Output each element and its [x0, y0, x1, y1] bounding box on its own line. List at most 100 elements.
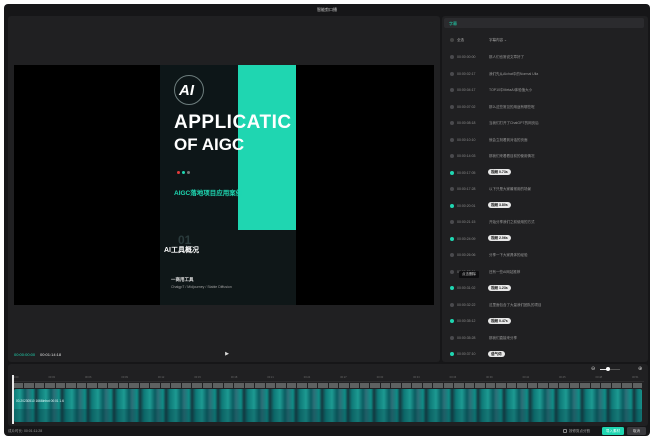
- video-stage[interactable]: AI APPLICATIC OF AIGC AIGC落地项目应用案例 01 AI…: [14, 65, 434, 305]
- caption-segment[interactable]: [223, 383, 234, 388]
- timeline-ruler[interactable]: 00:00 00:03 00:06 00:09 00:12 00:15 00:18 00:21…: [12, 376, 644, 382]
- caption-segment[interactable]: [276, 383, 286, 388]
- caption-segment[interactable]: [244, 383, 255, 388]
- caption-segment[interactable]: [160, 383, 171, 388]
- caption-segment[interactable]: [590, 383, 601, 388]
- subtitle-gap-badge[interactable]: 视频 2.06s: [488, 235, 511, 241]
- caption-segment[interactable]: [34, 383, 45, 388]
- subtitle-row[interactable]: 00:00:26:06 分享一下大家具体的经验: [442, 247, 648, 264]
- caption-segment[interactable]: [97, 383, 108, 388]
- caption-segment[interactable]: [559, 383, 569, 388]
- subtitle-row-radio[interactable]: [450, 269, 454, 274]
- caption-segment[interactable]: [129, 383, 139, 388]
- caption-segment[interactable]: [108, 383, 118, 388]
- caption-segment[interactable]: [318, 383, 328, 388]
- subtitle-row[interactable]: 00:00:00:00 那人们也常说文章好了: [442, 49, 648, 66]
- caption-segment[interactable]: [359, 383, 370, 388]
- subtitle-row[interactable]: 00:00:32:22 这里面包含了大量我们团队的项目: [442, 297, 648, 314]
- caption-segment[interactable]: [464, 383, 475, 388]
- subtitle-row[interactable]: 00:00:35:28 那我们直接来分享: [442, 330, 648, 347]
- zoom-in-icon[interactable]: ⊕: [638, 366, 642, 372]
- caption-segment[interactable]: [297, 383, 307, 388]
- split-checkbox[interactable]: [563, 429, 567, 433]
- content-filter-dropdown[interactable]: 字幕内容 ⌄: [489, 38, 507, 43]
- caption-segment[interactable]: [454, 383, 464, 388]
- caption-segment[interactable]: [611, 383, 622, 388]
- subtitle-row-radio[interactable]: [450, 352, 454, 356]
- caption-segment[interactable]: [391, 383, 401, 388]
- caption-segment[interactable]: [370, 383, 380, 388]
- subtitle-row-radio[interactable]: [450, 220, 454, 224]
- caption-segment[interactable]: [307, 383, 318, 388]
- caption-segment[interactable]: [422, 383, 433, 388]
- caption-segment[interactable]: [506, 383, 517, 388]
- subtitle-row-radio[interactable]: [450, 319, 454, 323]
- subtitle-row[interactable]: 00:00:24:09 视频 2.06s: [442, 231, 648, 248]
- subtitle-row-radio[interactable]: [450, 170, 454, 175]
- subtitle-row-radio[interactable]: [450, 302, 454, 307]
- subtitle-row-radio[interactable]: [450, 286, 454, 290]
- subtitle-row-radio[interactable]: [450, 236, 454, 241]
- caption-segment[interactable]: [349, 383, 359, 388]
- subtitle-row[interactable]: 00:00:20:01 视频 3.80s: [442, 198, 648, 215]
- subtitle-row[interactable]: 00:00:10:10 就会立刻看到对话的页面: [442, 132, 648, 149]
- caption-segment[interactable]: [255, 383, 265, 388]
- caption-segment[interactable]: [580, 383, 590, 388]
- subtitle-row[interactable]: 00:00:07:02 那么这些常见的用途有哪些呢: [442, 99, 648, 116]
- caption-segment[interactable]: [24, 383, 34, 388]
- subtitle-row-radio[interactable]: [450, 137, 454, 142]
- caption-segment[interactable]: [87, 383, 97, 388]
- playhead[interactable]: [12, 375, 14, 424]
- cancel-button[interactable]: 取消: [627, 427, 646, 435]
- subtitle-row-radio[interactable]: [450, 335, 454, 340]
- subtitle-row[interactable]: 00:00:08:18 当我们打开了ChatGPT的网页后: [442, 115, 648, 132]
- caption-segment[interactable]: [202, 383, 213, 388]
- subtitle-row[interactable]: 00:00:21:15 开始分享我们之前使用的方式: [442, 214, 648, 231]
- caption-segment[interactable]: [401, 383, 412, 388]
- play-icon[interactable]: ▶: [224, 351, 230, 357]
- subtitle-row-radio[interactable]: [450, 187, 454, 191]
- zoom-slider-handle[interactable]: [606, 367, 610, 371]
- caption-segment[interactable]: [76, 383, 87, 388]
- caption-segment[interactable]: [622, 383, 632, 388]
- subtitle-row[interactable]: 00:00:17:05 视频 0.73s: [442, 165, 648, 182]
- subtitle-row-radio[interactable]: [450, 253, 454, 257]
- subtitle-row[interactable]: 00:00:02:17 我们先从AIchat中的Normal Ulla: [442, 66, 648, 83]
- caption-segment[interactable]: [517, 383, 527, 388]
- caption-segment[interactable]: [118, 383, 129, 388]
- caption-segment[interactable]: [538, 383, 548, 388]
- zoom-out-icon[interactable]: ⊖: [591, 366, 595, 372]
- caption-segment[interactable]: [328, 383, 339, 388]
- subtitle-row[interactable]: 00:00:31:02 视频 1.23s: [442, 280, 648, 297]
- subtitle-row-radio[interactable]: [450, 121, 454, 125]
- subtitle-gap-badge[interactable]: 视频 0.73s: [488, 169, 511, 175]
- caption-segment[interactable]: [496, 383, 506, 388]
- caption-segment[interactable]: [548, 383, 559, 388]
- subtitle-gap-badge[interactable]: 视频 0.47s: [488, 317, 511, 324]
- import-button[interactable]: 导入素材: [602, 427, 624, 435]
- caption-segment[interactable]: [66, 383, 76, 388]
- subtitle-row[interactable]: 00:00:37:10 语气词: [442, 346, 648, 362]
- caption-segment[interactable]: [443, 383, 454, 388]
- caption-segment[interactable]: [55, 383, 66, 388]
- tab-subtitles[interactable]: 字幕: [444, 18, 644, 28]
- subtitle-row-radio[interactable]: [450, 154, 454, 158]
- select-all-radio[interactable]: [450, 38, 454, 42]
- caption-segment[interactable]: [171, 383, 181, 388]
- subtitle-row-radio[interactable]: [450, 203, 454, 208]
- caption-segment[interactable]: [192, 383, 202, 388]
- subtitle-row-radio[interactable]: [450, 55, 454, 59]
- subtitle-row[interactable]: 00:00:14:03 那我们来看看目前的使用情况: [442, 148, 648, 165]
- subtitle-row-radio[interactable]: [450, 88, 454, 92]
- caption-segment[interactable]: [286, 383, 297, 388]
- caption-segment[interactable]: [14, 383, 24, 388]
- caption-segment[interactable]: [475, 383, 485, 388]
- caption-segment[interactable]: [265, 383, 276, 388]
- caption-segment[interactable]: [213, 383, 223, 388]
- subtitle-row[interactable]: 00:00:04:17 TOP10中MetaAI体验值大小: [442, 82, 648, 99]
- caption-segment[interactable]: [527, 383, 538, 388]
- video-clip-track[interactable]: 00.20230510 1666Inhot 00:01 1.6: [14, 389, 642, 422]
- caption-segment[interactable]: [380, 383, 391, 388]
- caption-segment[interactable]: [150, 383, 160, 388]
- subtitle-gap-badge[interactable]: 视频 1.23s: [488, 284, 511, 291]
